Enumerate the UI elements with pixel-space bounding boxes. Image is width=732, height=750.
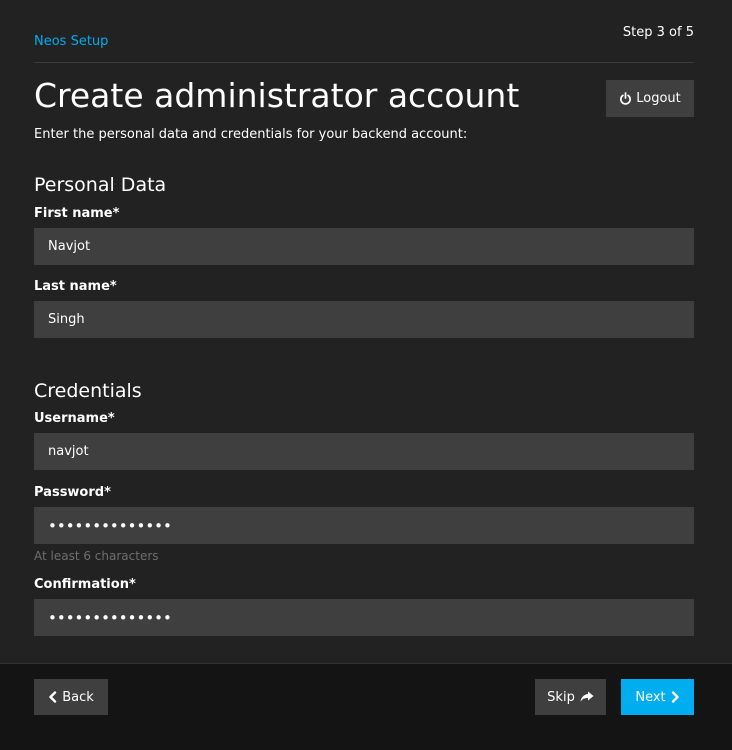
back-button[interactable]: Back	[34, 679, 108, 715]
confirmation-input[interactable]	[34, 599, 694, 636]
first-name-label: First name*	[34, 206, 120, 221]
setup-page: Neos Setup Step 3 of 5 Create administra…	[0, 0, 732, 750]
page-title: Create administrator account	[34, 76, 520, 115]
intro-text: Enter the personal data and credentials …	[34, 127, 468, 142]
username-label: Username*	[34, 411, 115, 426]
footer-bar: Back Skip Next	[0, 663, 732, 750]
next-button[interactable]: Next	[621, 679, 694, 715]
username-input[interactable]	[34, 433, 694, 470]
skip-button[interactable]: Skip	[535, 679, 606, 715]
next-label: Next	[635, 689, 666, 705]
brand-link[interactable]: Neos Setup	[34, 34, 108, 49]
chevron-left-icon	[48, 691, 57, 703]
password-label: Password*	[34, 485, 111, 500]
power-icon	[619, 92, 632, 105]
skip-label: Skip	[547, 689, 575, 705]
logout-label: Logout	[636, 91, 681, 106]
chevron-right-icon	[671, 691, 680, 703]
last-name-label: Last name*	[34, 279, 117, 294]
credentials-heading: Credentials	[34, 380, 142, 402]
logout-button[interactable]: Logout	[606, 80, 694, 117]
back-label: Back	[62, 689, 94, 705]
first-name-input[interactable]	[34, 228, 694, 265]
share-arrow-icon	[580, 691, 594, 703]
personal-data-heading: Personal Data	[34, 174, 167, 196]
top-bar: Neos Setup Step 3 of 5	[34, 0, 694, 63]
password-help-text: At least 6 characters	[34, 549, 159, 563]
confirmation-label: Confirmation*	[34, 577, 136, 592]
last-name-input[interactable]	[34, 301, 694, 338]
password-input[interactable]	[34, 507, 694, 544]
step-indicator: Step 3 of 5	[622, 25, 694, 40]
